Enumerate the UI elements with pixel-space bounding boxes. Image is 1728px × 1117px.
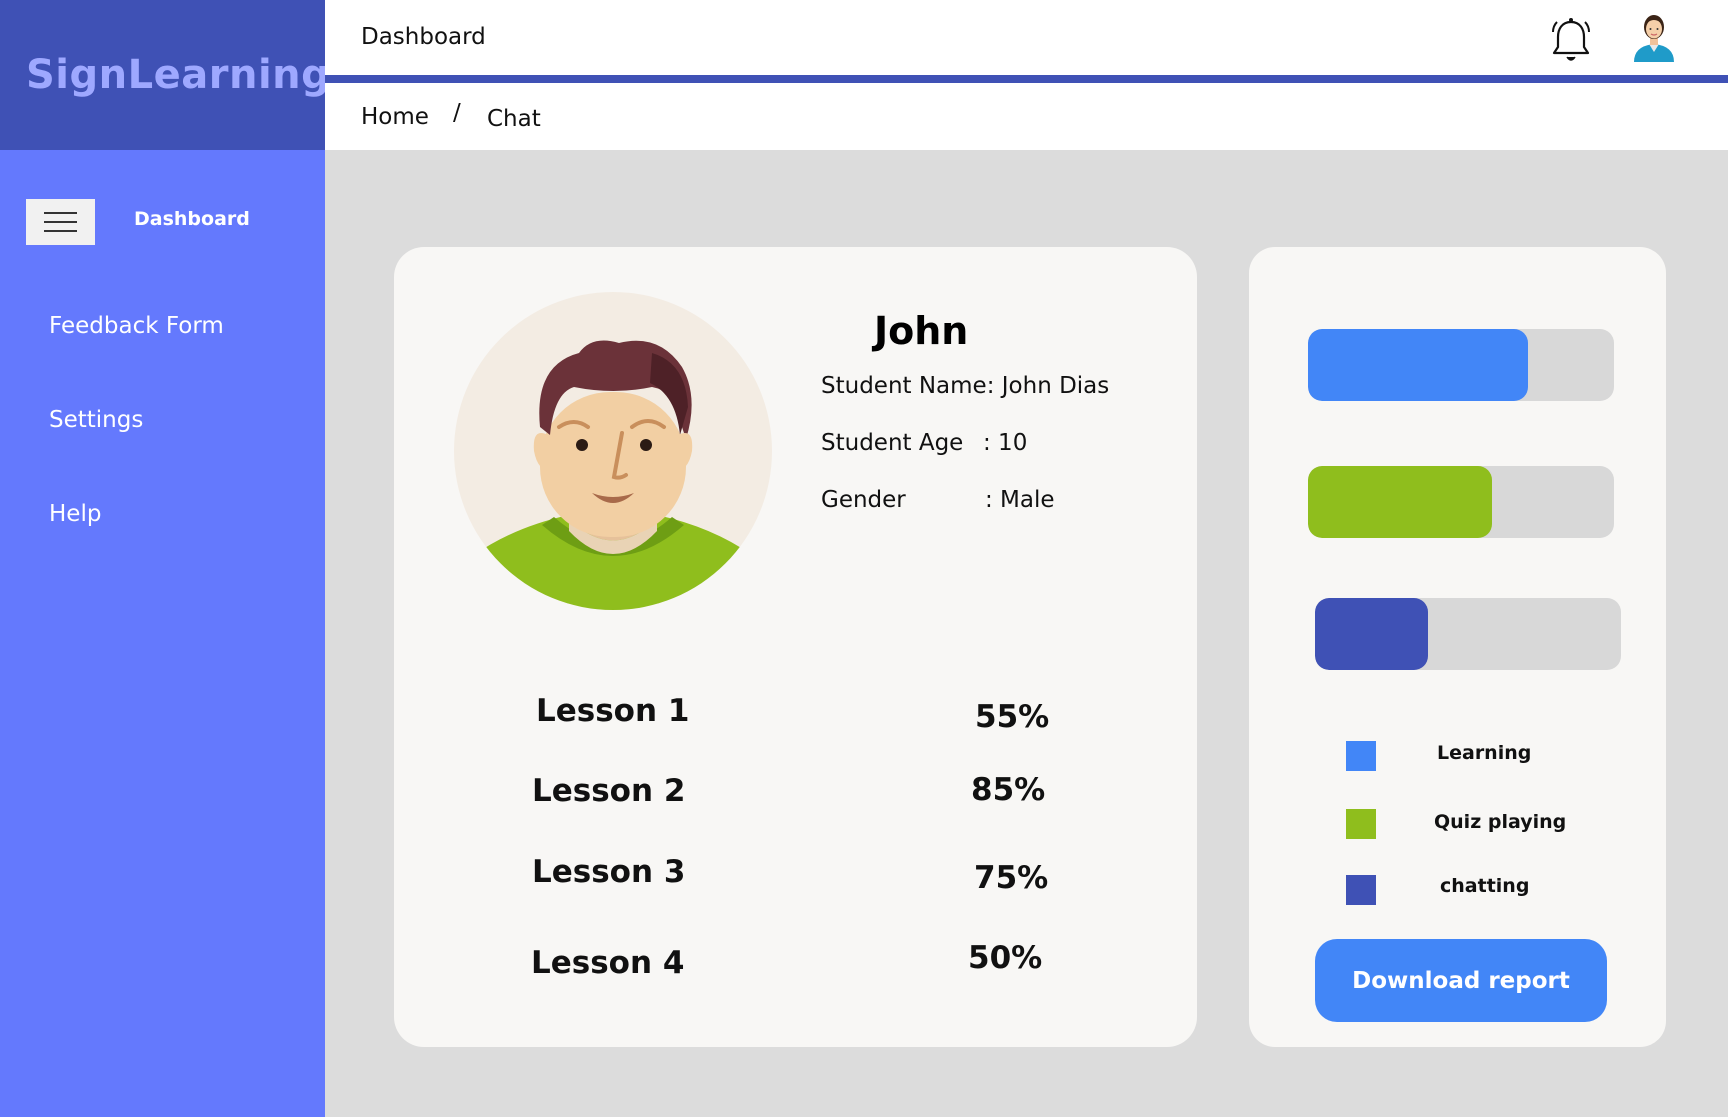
chatting-progress-bar bbox=[1315, 598, 1621, 670]
quiz-playing-progress-bar bbox=[1308, 466, 1614, 538]
hamburger-icon-line-2 bbox=[44, 221, 77, 223]
top-header: Dashboard bbox=[325, 0, 1728, 75]
breadcrumb-current: Chat bbox=[487, 106, 541, 132]
lesson-3-score: 75% bbox=[974, 860, 1049, 896]
legend-swatch-quiz-playing bbox=[1346, 809, 1376, 839]
sidebar-item-settings[interactable]: Settings bbox=[49, 407, 143, 433]
student-name-heading: John bbox=[874, 309, 969, 353]
sidebar-item-dashboard[interactable]: Dashboard bbox=[134, 208, 250, 230]
learning-progress-fill bbox=[1308, 329, 1529, 401]
legend-label-learning: Learning bbox=[1437, 742, 1532, 764]
lesson-2-label: Lesson 2 bbox=[532, 773, 686, 809]
user-avatar-icon[interactable] bbox=[1630, 10, 1678, 62]
legend-label-quiz-playing: Quiz playing bbox=[1434, 811, 1567, 833]
student-name-field: Student Name: John Dias bbox=[821, 373, 1110, 399]
hamburger-menu-button[interactable] bbox=[26, 199, 95, 245]
hamburger-icon-line-3 bbox=[44, 230, 77, 232]
breadcrumb-separator: / bbox=[453, 100, 461, 126]
legend-label-chatting: chatting bbox=[1440, 875, 1530, 897]
app-root: SignLearning Dashboard Feedback Form Set… bbox=[0, 0, 1728, 1117]
brand-logo-text[interactable]: SignLearning bbox=[26, 52, 330, 98]
chatting-progress-fill bbox=[1315, 598, 1429, 670]
sidebar: Dashboard Feedback Form Settings Help bbox=[0, 150, 325, 1117]
brand-header: SignLearning bbox=[0, 0, 330, 150]
student-age-value: : 10 bbox=[983, 430, 1028, 456]
breadcrumb: Home / Chat bbox=[325, 83, 1728, 150]
header-divider bbox=[325, 75, 1728, 83]
bell-icon[interactable] bbox=[1550, 16, 1592, 66]
student-avatar bbox=[454, 292, 772, 610]
sidebar-item-help[interactable]: Help bbox=[49, 501, 101, 527]
quiz-playing-progress-fill bbox=[1308, 466, 1492, 538]
learning-progress-bar bbox=[1308, 329, 1614, 401]
student-gender-value: : Male bbox=[985, 487, 1055, 513]
legend-swatch-learning bbox=[1346, 741, 1376, 771]
lesson-1-score: 55% bbox=[975, 699, 1050, 735]
legend-swatch-chatting bbox=[1346, 875, 1376, 905]
student-gender-label: Gender bbox=[821, 487, 906, 513]
breadcrumb-home[interactable]: Home bbox=[361, 104, 429, 130]
hamburger-icon-line-1 bbox=[44, 212, 77, 214]
student-profile-card: John Student Name: John Dias Student Age… bbox=[394, 247, 1197, 1047]
lesson-4-score: 50% bbox=[968, 940, 1043, 976]
download-report-button[interactable]: Download report bbox=[1315, 939, 1607, 1022]
lesson-4-label: Lesson 4 bbox=[531, 945, 685, 981]
student-age-label: Student Age bbox=[821, 430, 964, 456]
sidebar-item-feedback-form[interactable]: Feedback Form bbox=[49, 313, 224, 339]
lesson-1-label: Lesson 1 bbox=[536, 693, 690, 729]
lesson-3-label: Lesson 3 bbox=[532, 854, 686, 890]
activity-stats-card: Learning Quiz playing chatting Download … bbox=[1249, 247, 1666, 1047]
lesson-2-score: 85% bbox=[971, 772, 1046, 808]
page-title: Dashboard bbox=[361, 24, 486, 50]
